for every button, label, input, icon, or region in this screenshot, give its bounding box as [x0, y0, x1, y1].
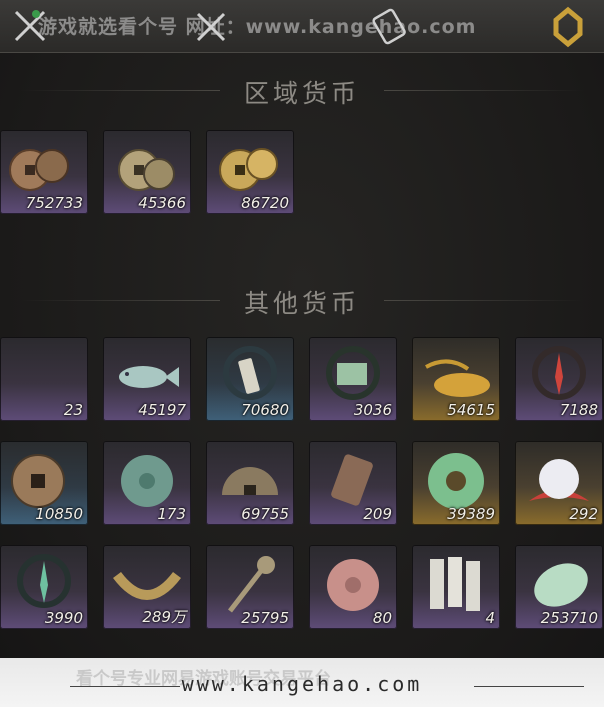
- currency-quantity: 752733: [25, 194, 83, 212]
- currency-slot[interactable]: 45366: [103, 130, 191, 214]
- currency-quantity: 3990: [44, 609, 83, 627]
- currency-slot[interactable]: 80: [309, 545, 397, 629]
- section-title-regional: 区域货币: [0, 74, 604, 110]
- currency-slot[interactable]: 3990: [0, 545, 88, 629]
- currency-slot[interactable]: 10850: [0, 441, 88, 525]
- currency-quantity: 253710: [540, 609, 598, 627]
- currency-quantity: 209: [363, 505, 392, 523]
- currency-quantity: 39389: [447, 505, 495, 523]
- currency-quantity: 80: [372, 609, 392, 627]
- currency-slot[interactable]: 86720: [206, 130, 294, 214]
- currency-quantity: 10850: [35, 505, 83, 523]
- watermark-top-bar: 游戏就选看个号 网址：www.kangehao.com: [0, 0, 604, 53]
- currency-slot[interactable]: 4: [412, 545, 500, 629]
- currency-quantity: 289万: [142, 608, 186, 626]
- gold-knot-icon: [553, 6, 583, 48]
- currency-slot[interactable]: 253710: [515, 545, 603, 629]
- currency-slot[interactable]: 45197: [103, 337, 191, 421]
- watermark-url: www.kangehao.com: [181, 672, 423, 696]
- currency-quantity: 25795: [241, 609, 289, 627]
- currency-slot[interactable]: 209: [309, 441, 397, 525]
- currency-quantity: 45366: [138, 194, 186, 212]
- watermark-top-text: 游戏就选看个号 网址：www.kangehao.com: [38, 16, 477, 38]
- currency-slot[interactable]: 292: [515, 441, 603, 525]
- currency-slot[interactable]: 39389: [412, 441, 500, 525]
- currency-slot[interactable]: 289万: [103, 545, 191, 629]
- currency-quantity: 4: [485, 609, 495, 627]
- currency-slot[interactable]: 7188: [515, 337, 603, 421]
- currency-quantity: 70680: [241, 401, 289, 419]
- currency-quantity: 173: [157, 505, 186, 523]
- section-title-other: 其他货币: [0, 284, 604, 320]
- currency-slot[interactable]: 173: [103, 441, 191, 525]
- currency-slot[interactable]: 3036: [309, 337, 397, 421]
- currency-quantity: 292: [569, 505, 598, 523]
- currency-slot[interactable]: 23: [0, 337, 88, 421]
- currency-quantity: 23: [63, 401, 83, 419]
- currency-slot[interactable]: 69755: [206, 441, 294, 525]
- currency-quantity: 86720: [241, 194, 289, 212]
- currency-quantity: 3036: [353, 401, 392, 419]
- currency-quantity: 54615: [447, 401, 495, 419]
- currency-slot[interactable]: 54615: [412, 337, 500, 421]
- currency-slot[interactable]: 752733: [0, 130, 88, 214]
- watermark-bottom-bar: 看个号专业网易游戏账号交易平台 www.kangehao.com: [0, 658, 604, 707]
- currency-slot[interactable]: 70680: [206, 337, 294, 421]
- currency-slot[interactable]: 25795: [206, 545, 294, 629]
- currency-quantity: 45197: [138, 401, 186, 419]
- currency-quantity: 69755: [241, 505, 289, 523]
- currency-quantity: 7188: [559, 401, 598, 419]
